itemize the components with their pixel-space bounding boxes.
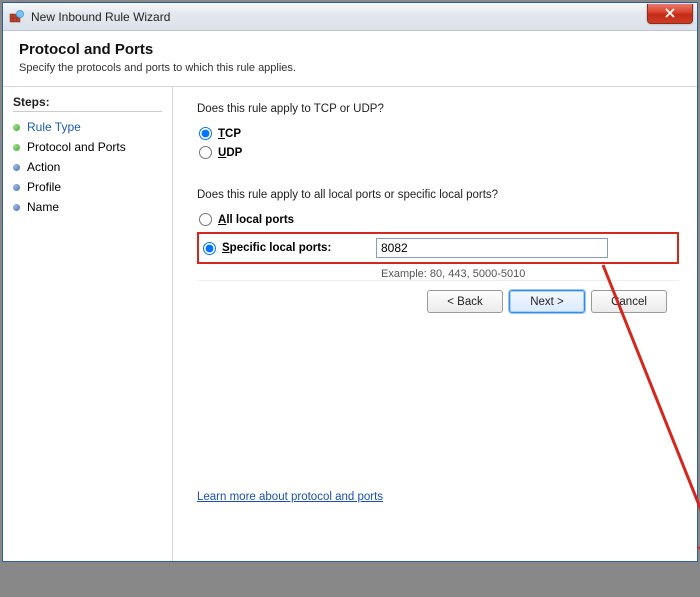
learn-more-link[interactable]: Learn more about protocol and ports <box>197 491 383 503</box>
radio-specific-ports-input[interactable] <box>203 242 216 255</box>
cancel-button[interactable]: Cancel <box>591 290 667 313</box>
close-button[interactable] <box>647 4 693 24</box>
titlebar: New Inbound Rule Wizard <box>3 3 697 31</box>
step-label: Profile <box>27 180 61 194</box>
highlight-annotation: Specific local ports: <box>197 232 679 264</box>
wizard-main: Does this rule apply to TCP or UDP? TCP … <box>173 87 697 561</box>
steps-divider <box>13 111 162 112</box>
step-name[interactable]: Name <box>13 198 162 216</box>
step-action[interactable]: Action <box>13 158 162 176</box>
radio-udp-input[interactable] <box>199 146 212 159</box>
step-profile[interactable]: Profile <box>13 178 162 196</box>
radio-specific-ports-label: Specific local ports: <box>222 242 362 254</box>
wizard-header: Protocol and Ports Specify the protocols… <box>3 31 697 87</box>
step-label: Name <box>27 200 59 214</box>
step-bullet-icon <box>13 184 20 191</box>
steps-heading: Steps: <box>13 95 162 109</box>
close-icon <box>665 8 675 18</box>
step-label: Protocol and Ports <box>27 140 126 154</box>
firewall-icon <box>9 9 25 25</box>
step-protocol-ports[interactable]: Protocol and Ports <box>13 138 162 156</box>
step-bullet-icon <box>13 204 20 211</box>
step-label: Rule Type <box>27 120 81 134</box>
wizard-body: Steps: Rule Type Protocol and Ports Acti… <box>3 87 697 561</box>
radio-all-ports-input[interactable] <box>199 213 212 226</box>
radio-udp[interactable]: UDP <box>199 144 679 161</box>
ports-input[interactable] <box>376 238 608 258</box>
radio-tcp-label: TCP <box>218 128 241 140</box>
step-bullet-icon <box>13 144 20 151</box>
wizard-window: New Inbound Rule Wizard Protocol and Por… <box>2 2 698 562</box>
step-bullet-icon <box>13 164 20 171</box>
radio-udp-label: UDP <box>218 147 242 159</box>
ports-example: Example: 80, 443, 5000-5010 <box>381 268 679 280</box>
wizard-footer: < Back Next > Cancel <box>197 280 679 322</box>
step-rule-type[interactable]: Rule Type <box>13 118 162 136</box>
question-ports: Does this rule apply to all local ports … <box>197 189 679 201</box>
radio-specific-ports[interactable]: Specific local ports: <box>203 240 362 257</box>
page-subtitle: Specify the protocols and ports to which… <box>19 62 681 74</box>
step-bullet-icon <box>13 124 20 131</box>
radio-tcp-input[interactable] <box>199 127 212 140</box>
window-title: New Inbound Rule Wizard <box>31 10 647 24</box>
radio-all-ports[interactable]: All local ports <box>199 211 679 228</box>
page-title: Protocol and Ports <box>19 41 681 58</box>
back-button[interactable]: < Back <box>427 290 503 313</box>
next-button[interactable]: Next > <box>509 290 585 313</box>
step-label: Action <box>27 160 60 174</box>
question-protocol: Does this rule apply to TCP or UDP? <box>197 103 679 115</box>
radio-all-ports-label: All local ports <box>218 214 294 226</box>
steps-sidebar: Steps: Rule Type Protocol and Ports Acti… <box>3 87 173 561</box>
radio-tcp[interactable]: TCP <box>199 125 679 142</box>
